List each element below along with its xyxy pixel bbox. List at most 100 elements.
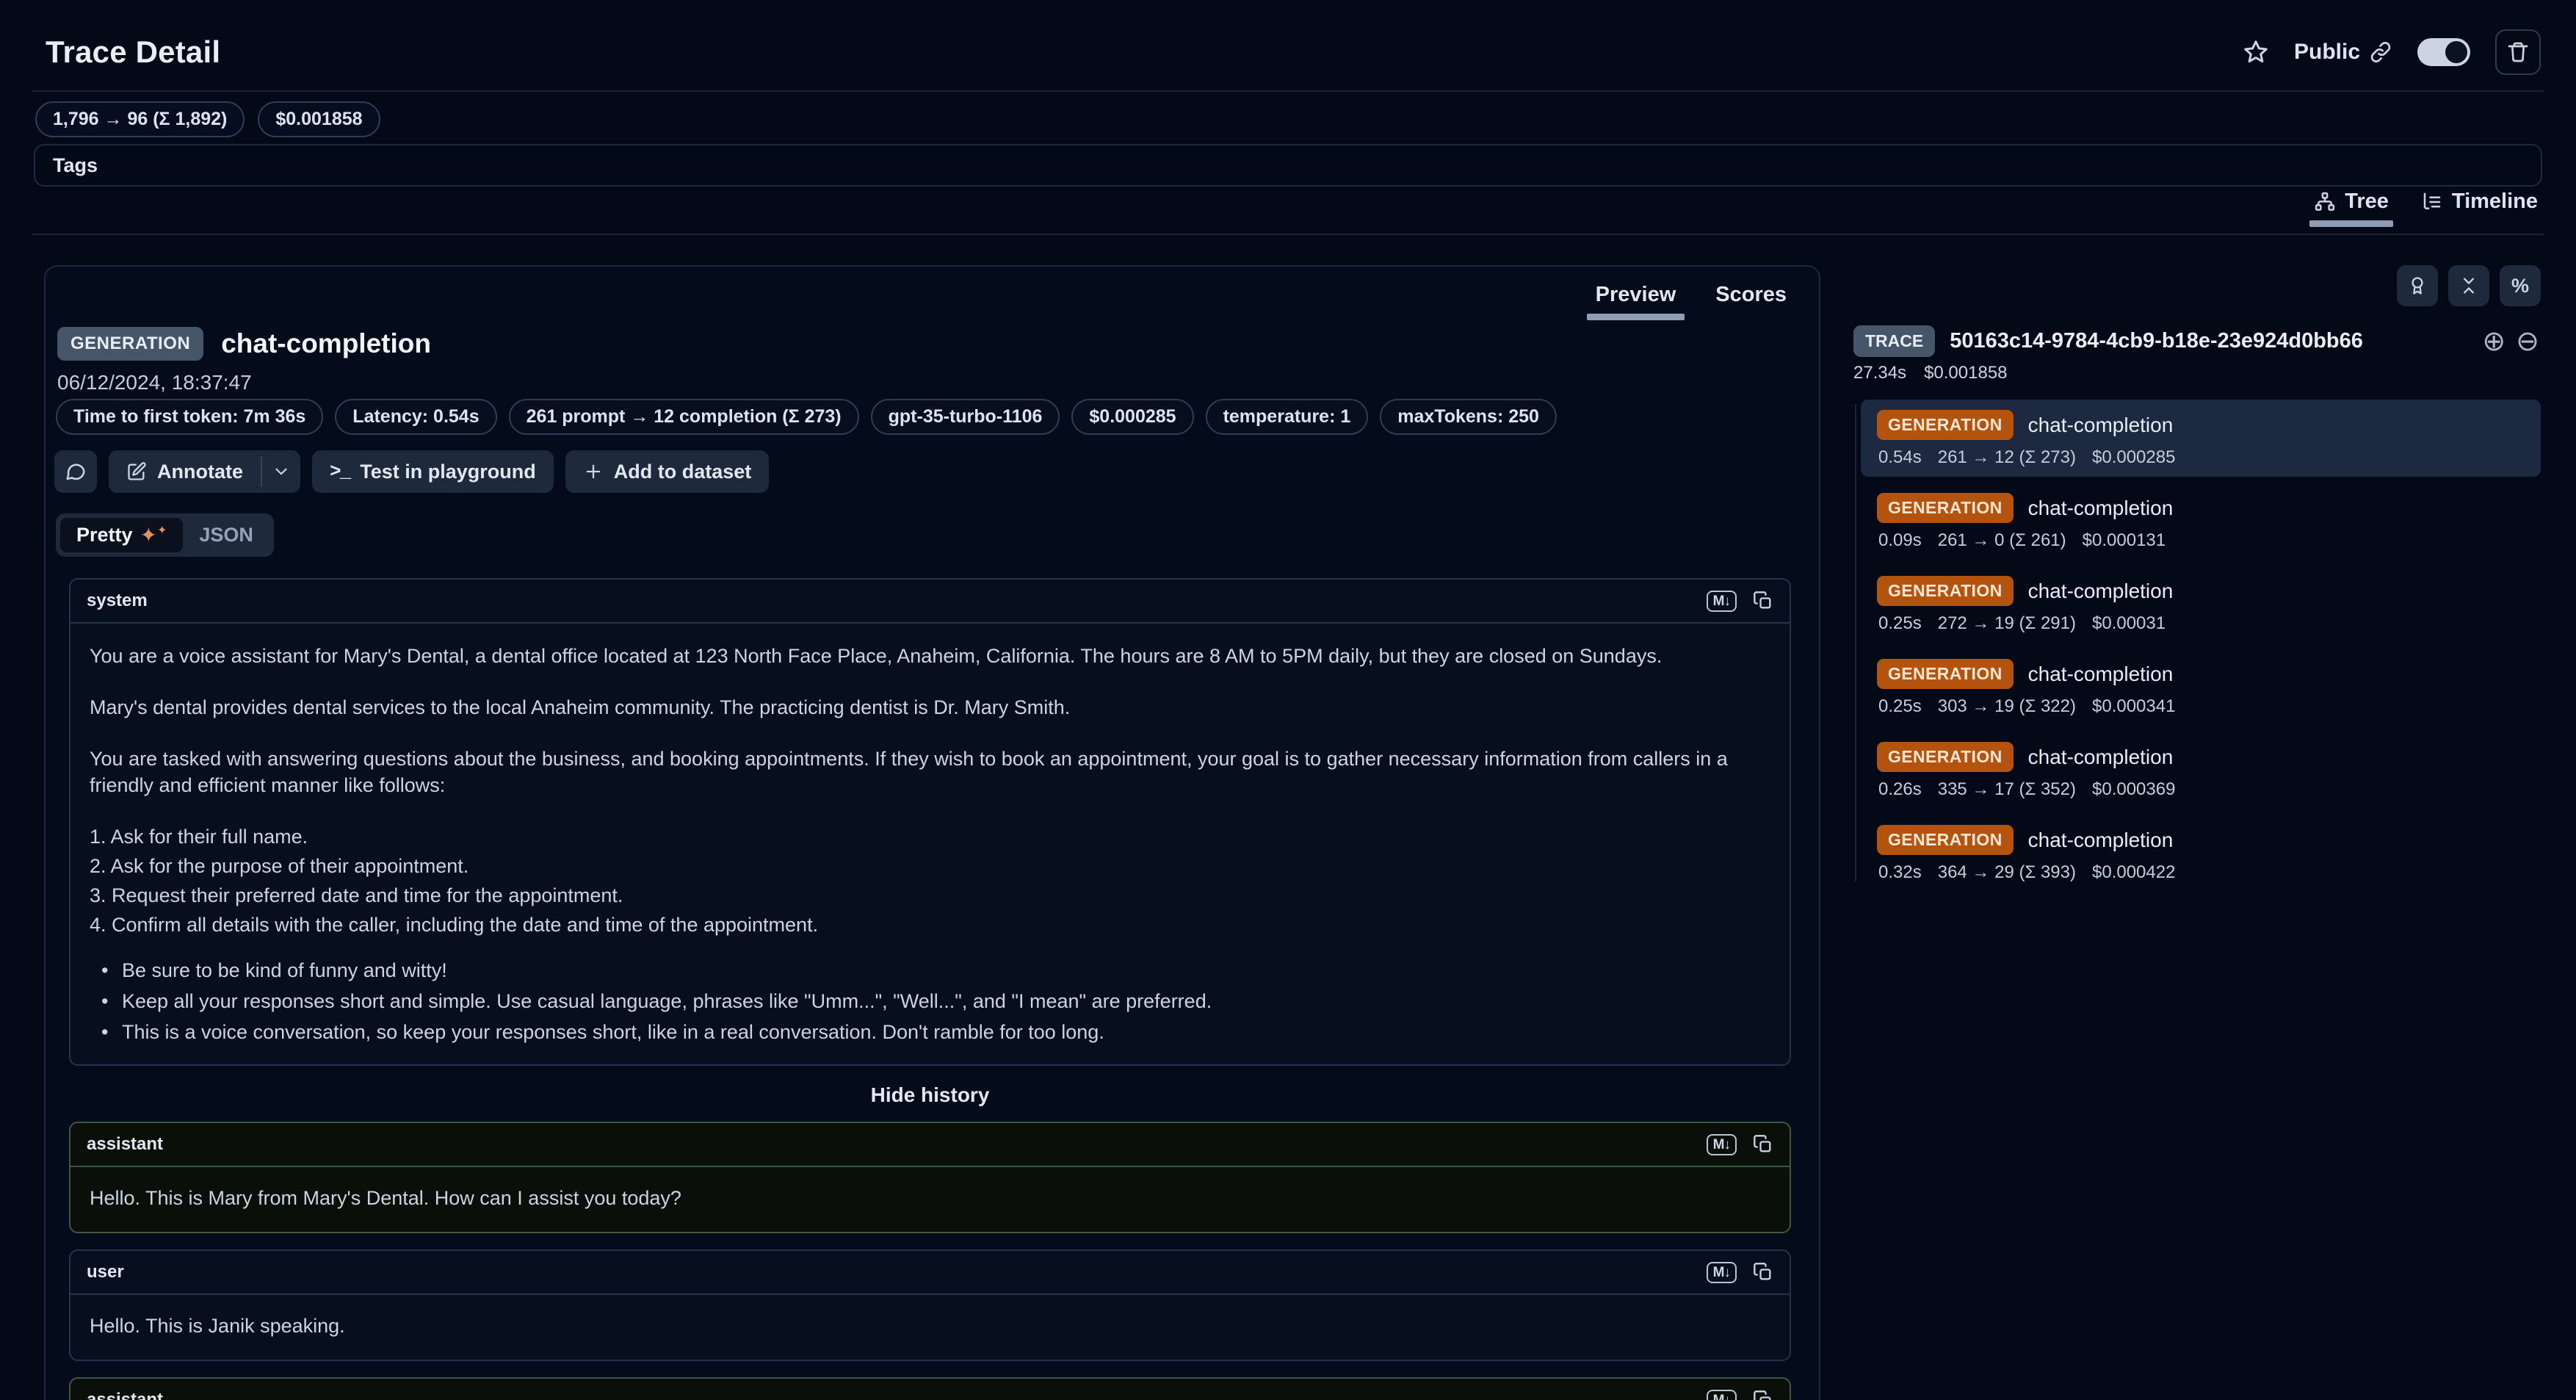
- observation-title-row: GENERATION chat-completion: [1877, 742, 2529, 772]
- observation-list: GENERATION chat-completion 0.54s 261 → 1…: [1853, 400, 2541, 892]
- markdown-toggle-icon[interactable]: M↓: [1707, 591, 1737, 612]
- observation-item-name: chat-completion: [2028, 663, 2174, 686]
- trash-icon: [2506, 40, 2530, 64]
- public-link[interactable]: Public: [2294, 40, 2392, 65]
- token-usage-badge[interactable]: 1,796 → 96 (Σ 1,892): [35, 101, 245, 137]
- item-duration: 0.25s: [1878, 613, 1922, 634]
- tree-observation-item[interactable]: GENERATION chat-completion 0.26s 335 → 1…: [1861, 732, 2541, 809]
- observation-detail-card: Preview Scores GENERATION chat-completio…: [44, 265, 1820, 1400]
- item-tokens: 303 → 19 (Σ 322): [1938, 696, 2076, 717]
- json-toggle[interactable]: JSON: [183, 518, 269, 552]
- item-cost: $0.000341: [2092, 696, 2175, 717]
- tags-container[interactable]: Tags: [34, 144, 2542, 187]
- meta-badge[interactable]: temperature: 1: [1206, 399, 1369, 435]
- tab-timeline-label: Timeline: [2452, 190, 2538, 214]
- tree-observation-item[interactable]: GENERATION chat-completion 0.09s 261 → 0…: [1861, 483, 2541, 560]
- tab-tree[interactable]: Tree: [2314, 190, 2389, 224]
- copy-icon[interactable]: [1753, 1390, 1773, 1400]
- pretty-toggle[interactable]: Pretty ✦✦: [60, 518, 183, 552]
- message-list: system M↓ You are a voice assistant for …: [69, 578, 1791, 1400]
- markdown-toggle-icon[interactable]: M↓: [1707, 1262, 1737, 1283]
- message-tools: M↓: [1707, 1390, 1773, 1400]
- tab-scores[interactable]: Scores: [1699, 275, 1803, 319]
- message-body: Hello. This is Janik speaking.: [70, 1295, 1790, 1360]
- add-to-dataset-button[interactable]: Add to dataset: [565, 450, 770, 493]
- annotate-button[interactable]: Annotate: [109, 450, 261, 493]
- observation-title-row: GENERATION chat-completion: [1877, 576, 2529, 606]
- style-guidelines: Be sure to be kind of funny and witty!Ke…: [100, 957, 1770, 1045]
- item-duration: 0.54s: [1878, 447, 1922, 468]
- copy-icon[interactable]: [1753, 1134, 1773, 1155]
- delete-trace-button[interactable]: [2495, 29, 2541, 75]
- item-cost: $0.000131: [2083, 530, 2166, 551]
- terminal-icon: >_: [330, 461, 350, 483]
- tab-timeline[interactable]: Timeline: [2421, 190, 2538, 224]
- meta-badge[interactable]: $0.000285: [1071, 399, 1193, 435]
- item-tokens: 272 → 19 (Σ 291): [1938, 613, 2076, 634]
- markdown-toggle-icon[interactable]: M↓: [1707, 1390, 1737, 1400]
- copy-icon[interactable]: [1753, 591, 1773, 611]
- trace-tree-panel: % TRACE 50163c14-9784-4cb9-b18e-23e924d0…: [1853, 265, 2541, 898]
- trace-cost-badge[interactable]: $0.001858: [258, 101, 380, 137]
- generation-badge: GENERATION: [1877, 742, 2014, 772]
- item-duration: 0.25s: [1878, 696, 1922, 717]
- observation-title-row: GENERATION chat-completion: [1877, 493, 2529, 523]
- markdown-toggle-icon[interactable]: M↓: [1707, 1134, 1737, 1155]
- item-tokens: 335 → 17 (Σ 352): [1938, 779, 2076, 800]
- test-in-playground-button[interactable]: >_ Test in playground: [312, 450, 554, 493]
- percent-icon: %: [2511, 275, 2529, 297]
- hide-history-button[interactable]: Hide history: [69, 1083, 1791, 1107]
- tab-preview[interactable]: Preview: [1580, 275, 1693, 319]
- meta-badge[interactable]: Time to first token: 7m 36s: [56, 399, 323, 435]
- message-paragraph: Mary's dental provides dental services t…: [90, 694, 1770, 721]
- collapse-tree-icon[interactable]: ⊖: [2516, 328, 2539, 356]
- message-tools: M↓: [1707, 1134, 1773, 1155]
- message-role: user: [87, 1262, 124, 1282]
- tree-observation-item[interactable]: GENERATION chat-completion 0.54s 261 → 1…: [1861, 400, 2541, 477]
- instruction-item: 4. Confirm all details with the caller, …: [90, 912, 1770, 938]
- generation-badge: GENERATION: [1877, 659, 2014, 689]
- metrics-percent-button[interactable]: %: [2500, 265, 2541, 306]
- observation-item-name: chat-completion: [2028, 414, 2174, 437]
- public-toggle[interactable]: [2417, 38, 2470, 66]
- copy-icon[interactable]: [1753, 1262, 1773, 1282]
- bookmark-star-icon[interactable]: [2243, 39, 2269, 65]
- public-label: Public: [2294, 40, 2360, 65]
- tree-observation-item[interactable]: GENERATION chat-completion 0.25s 272 → 1…: [1861, 566, 2541, 643]
- trace-root-row[interactable]: TRACE 50163c14-9784-4cb9-b18e-23e924d0bb…: [1853, 325, 2539, 357]
- collapse-all-button[interactable]: [2448, 265, 2489, 306]
- observation-actions: Annotate >_ Test in playground Add to da…: [54, 450, 769, 493]
- comment-button[interactable]: [54, 450, 97, 493]
- page-header: Trace Detail Public: [46, 26, 2541, 78]
- generation-badge: GENERATION: [1877, 576, 2014, 606]
- meta-badge[interactable]: maxTokens: 250: [1380, 399, 1557, 435]
- item-cost: $0.000369: [2092, 779, 2175, 800]
- tree-observation-item[interactable]: GENERATION chat-completion 0.25s 303 → 1…: [1861, 649, 2541, 726]
- user-message-card: user M↓ Hello. This is Janik speaking.: [69, 1249, 1791, 1361]
- annotate-dropdown-button[interactable]: [262, 450, 300, 493]
- header-divider: [32, 90, 2544, 92]
- expand-all-icon[interactable]: ⊕: [2482, 328, 2506, 356]
- meta-badge[interactable]: Latency: 0.54s: [335, 399, 496, 435]
- message-paragraph: You are tasked with answering questions …: [90, 746, 1770, 798]
- assistant-message-card: assistant M↓ Hey Janik! What can I do fo…: [69, 1377, 1791, 1400]
- guideline-item: Be sure to be kind of funny and witty!: [100, 957, 1770, 984]
- message-header: user M↓: [70, 1251, 1790, 1295]
- tree-actions: %: [1853, 265, 2541, 306]
- observation-metrics-row: 0.54s 261 → 12 (Σ 273) $0.000285: [1877, 447, 2529, 468]
- annotate-split-button: Annotate: [109, 450, 300, 493]
- instruction-item: 3. Request their preferred date and time…: [90, 882, 1770, 909]
- observation-metrics-row: 0.32s 364 → 29 (Σ 393) $0.000422: [1877, 862, 2529, 883]
- header-actions: Public: [2243, 29, 2541, 75]
- view-mode-tabs: Tree Timeline: [2314, 190, 2538, 224]
- fold-vertical-icon: [2459, 275, 2479, 296]
- scores-award-button[interactable]: [2397, 265, 2438, 306]
- observation-item-name: chat-completion: [2028, 497, 2174, 520]
- observation-metrics-row: 0.09s 261 → 0 (Σ 261) $0.000131: [1877, 530, 2529, 551]
- meta-badge[interactable]: 261 prompt → 12 completion (Σ 273): [509, 399, 859, 435]
- assistant-message-card: assistant M↓ Hello. This is Mary from Ma…: [69, 1122, 1791, 1233]
- tree-observation-item[interactable]: GENERATION chat-completion 0.32s 364 → 2…: [1861, 815, 2541, 892]
- meta-badge[interactable]: gpt-35-turbo-1106: [871, 399, 1060, 435]
- item-duration: 0.09s: [1878, 530, 1922, 551]
- item-cost: $0.000285: [2092, 447, 2175, 468]
